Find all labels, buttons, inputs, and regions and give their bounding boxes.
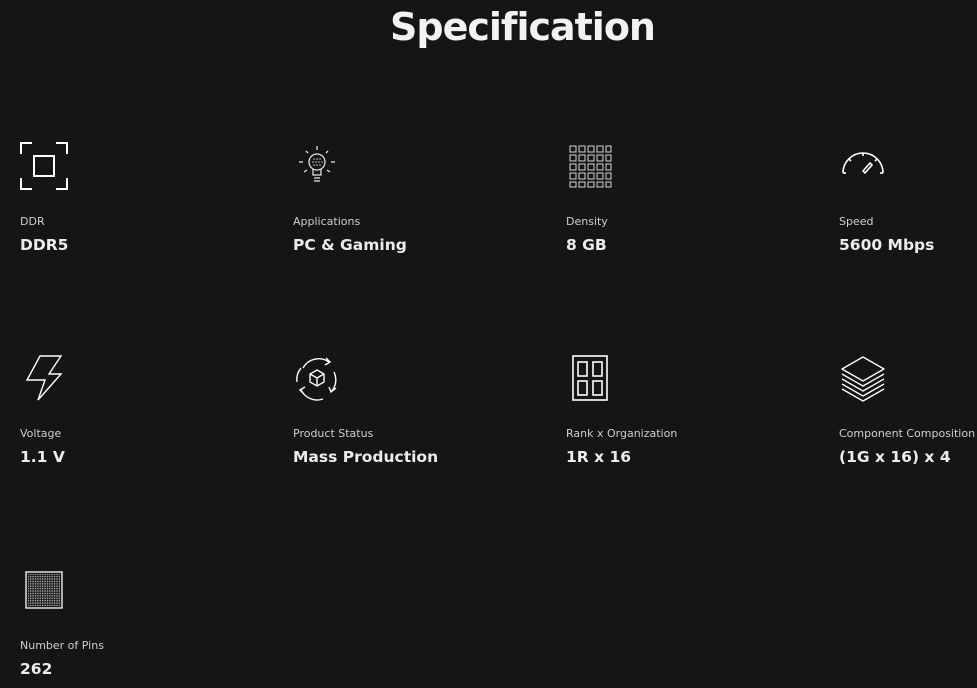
speedometer-icon — [839, 142, 887, 190]
spec-value: 1R x 16 — [566, 448, 632, 466]
spec-value: PC & Gaming — [293, 236, 407, 254]
spec-value: 8 GB — [566, 236, 607, 254]
spec-label: DDR — [20, 215, 45, 228]
pin-chip-icon — [20, 566, 68, 614]
rank-organization-icon — [566, 354, 614, 402]
lightning-bolt-icon — [20, 354, 68, 402]
spec-value: (1G x 16) x 4 — [839, 448, 951, 466]
layers-stack-icon — [839, 354, 887, 402]
spec-value: DDR5 — [20, 236, 69, 254]
spec-value: 262 — [20, 660, 53, 678]
spec-label: Component Composition — [839, 427, 976, 440]
spec-label: Voltage — [20, 427, 62, 440]
density-grid-icon — [566, 142, 614, 190]
spec-value: 5600 Mbps — [839, 236, 935, 254]
spec-value: Mass Production — [293, 448, 439, 466]
spec-label: Applications — [293, 215, 361, 228]
ddr-frame-icon — [20, 142, 68, 190]
page-title: Specification — [390, 5, 656, 49]
spec-label: Number of Pins — [20, 639, 104, 652]
spec-label: Rank x Organization — [566, 427, 678, 440]
spec-label: Product Status — [293, 427, 374, 440]
lightbulb-icon — [293, 142, 341, 190]
spec-label: Speed — [839, 215, 874, 228]
spec-value: 1.1 V — [20, 448, 65, 466]
spec-label: Density — [566, 215, 608, 228]
production-cycle-icon — [293, 354, 341, 402]
